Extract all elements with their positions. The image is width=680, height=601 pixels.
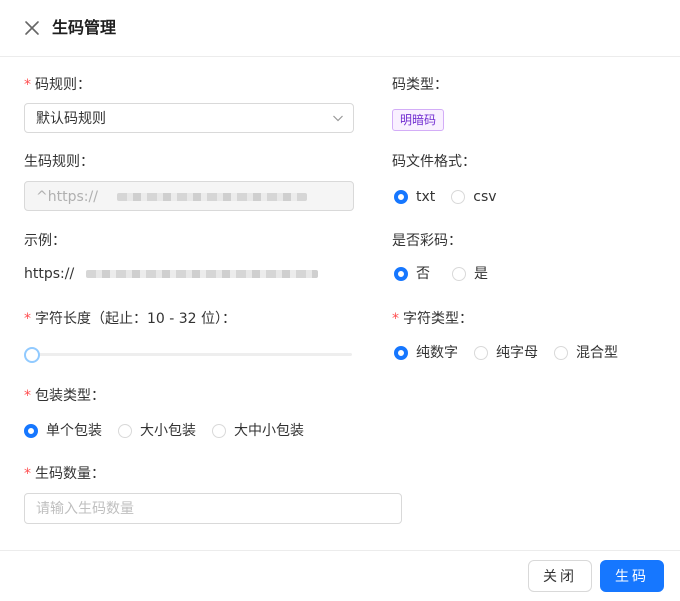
close-icon[interactable] <box>22 18 42 38</box>
chevron-down-icon <box>333 115 343 122</box>
code-type-label: 码类型： <box>392 77 448 93</box>
is-color-option-no[interactable]: 否 <box>394 264 430 284</box>
gen-rule-label: 生码规则： <box>24 154 94 170</box>
required-mark: * <box>24 77 31 93</box>
gen-count-input[interactable]: 请输入生码数量 <box>24 493 402 524</box>
char-length-slider[interactable] <box>24 347 352 363</box>
file-format-option-csv[interactable]: csv <box>451 187 497 207</box>
radio-unchecked-icon <box>212 424 226 438</box>
gen-rule-input: ^https:// <box>24 181 354 211</box>
pack-type-radio-group: 单个包装 大小包装 大中小包装 <box>24 421 320 441</box>
code-rule-select[interactable]: 默认码规则 <box>24 103 354 133</box>
slider-rail <box>28 353 352 356</box>
example-value: https:// <box>24 266 75 282</box>
slider-handle[interactable] <box>24 347 40 363</box>
char-type-option-alpha[interactable]: 纯字母 <box>474 343 538 363</box>
radio-checked-icon <box>394 190 408 204</box>
radio-unchecked-icon <box>118 424 132 438</box>
file-format-radio-group: txt csv <box>394 187 513 207</box>
required-mark: * <box>392 311 399 327</box>
close-button[interactable]: 关闭 <box>528 560 592 592</box>
code-rule-label: * 码规则： <box>24 77 91 93</box>
file-format-option-txt[interactable]: txt <box>394 187 435 207</box>
radio-unchecked-icon <box>554 346 568 360</box>
is-color-label: 是否彩码： <box>392 233 462 249</box>
code-rule-value: 默认码规则 <box>36 111 106 127</box>
char-length-label: * 字符长度（起止：10 - 32 位）： <box>24 311 237 327</box>
example-label: 示例： <box>24 233 66 249</box>
char-type-radio-group: 纯数字 纯字母 混合型 <box>394 343 634 363</box>
gen-rule-prefix: ^https:// <box>36 189 98 205</box>
pack-type-option-large-small[interactable]: 大小包装 <box>118 421 196 441</box>
example-blurred-value <box>86 270 318 278</box>
radio-unchecked-icon <box>451 190 466 204</box>
pack-type-label: * 包装类型： <box>24 388 105 404</box>
radio-unchecked-icon <box>452 267 466 281</box>
char-type-option-numeric[interactable]: 纯数字 <box>394 343 458 363</box>
code-generation-dialog: 生码管理 * 码规则： 默认码规则 码类型： 明暗码 生码规则： ^https:/… <box>0 0 680 600</box>
dialog-header: 生码管理 <box>0 0 680 57</box>
gen-count-placeholder: 请输入生码数量 <box>36 501 134 517</box>
pack-type-option-large-mid-small[interactable]: 大中小包装 <box>212 421 304 441</box>
is-color-option-yes[interactable]: 是 <box>452 264 488 284</box>
radio-checked-icon <box>24 424 38 438</box>
is-color-radio-group: 否 是 <box>394 264 504 284</box>
dialog-title: 生码管理 <box>52 18 117 37</box>
radio-checked-icon <box>394 346 408 360</box>
code-type-tag: 明暗码 <box>392 109 445 131</box>
pack-type-option-single[interactable]: 单个包装 <box>24 421 102 441</box>
char-type-label: * 字符类型： <box>392 311 473 327</box>
file-format-label: 码文件格式： <box>392 154 476 170</box>
gen-count-label: * 生码数量： <box>24 466 105 482</box>
char-type-option-mixed[interactable]: 混合型 <box>554 343 618 363</box>
radio-unchecked-icon <box>474 346 488 360</box>
required-mark: * <box>24 466 31 482</box>
radio-checked-icon <box>394 267 408 281</box>
required-mark: * <box>24 311 31 327</box>
generate-button[interactable]: 生码 <box>600 560 664 592</box>
required-mark: * <box>24 388 31 404</box>
gen-rule-blurred-value <box>117 193 307 201</box>
